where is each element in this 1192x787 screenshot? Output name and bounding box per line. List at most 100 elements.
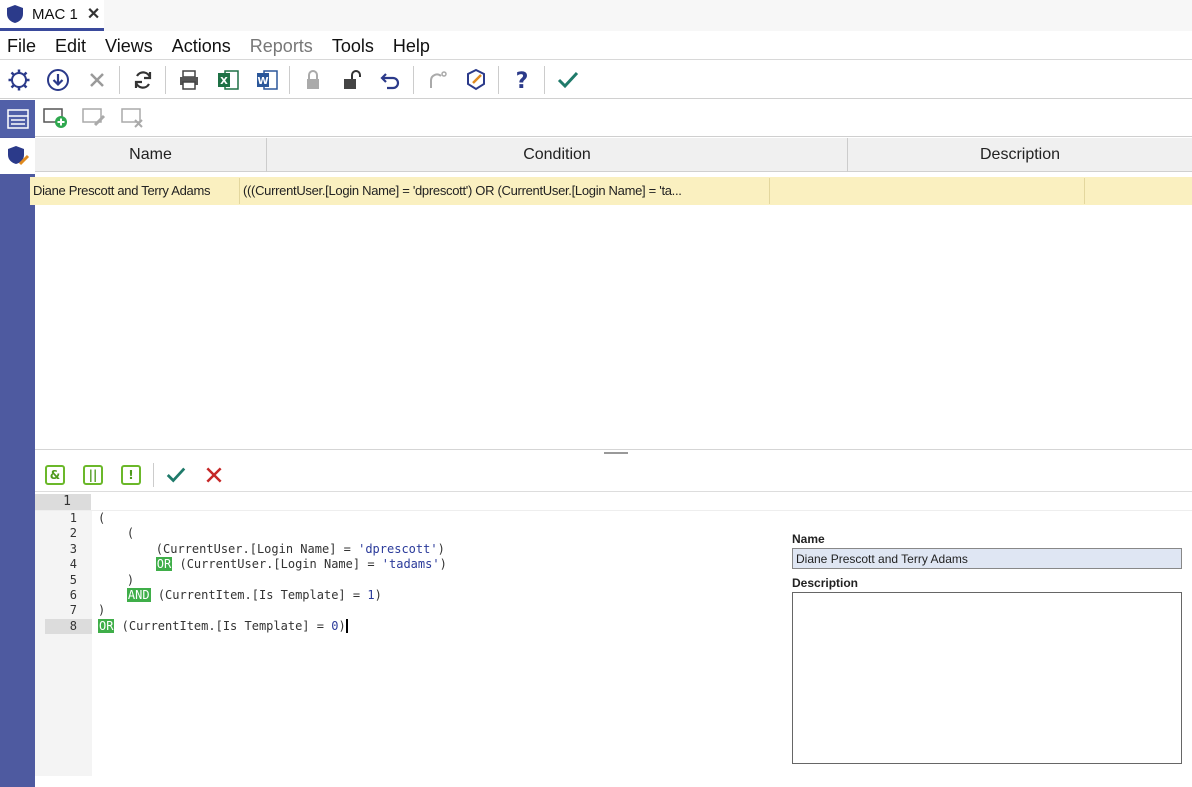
code-token: (CurrentItem.[Is Template] =	[150, 587, 368, 602]
refresh-icon[interactable]	[130, 67, 156, 93]
literal-token: 'dprescott'	[358, 541, 438, 556]
code-line[interactable]: 8 OR (CurrentItem.[Is Template] = 0)	[35, 618, 780, 634]
line-number: 1	[69, 511, 77, 525]
code-token: )	[437, 541, 445, 556]
toolbar-separator	[413, 65, 414, 94]
code-token: (	[98, 526, 135, 541]
unlock-icon[interactable]	[339, 67, 365, 93]
code-line[interactable]: 6 AND (CurrentItem.[Is Template] = 1)	[35, 587, 780, 603]
edit-rule-icon[interactable]	[81, 105, 107, 131]
toolbar-separator	[153, 462, 154, 487]
row-name-cell[interactable]: Diane Prescott and Terry Adams	[30, 178, 240, 204]
add-rule-icon[interactable]	[42, 105, 68, 131]
editor-toolbar: & || !	[35, 458, 1192, 492]
main-toolbar: X W ?	[0, 61, 1192, 99]
code-token: (CurrentUser.[Login Name] =	[172, 557, 382, 572]
and-operator-button[interactable]: &	[43, 463, 67, 487]
app-window: MAC 1 ✕ File Edit Views Actions Reports Tools…	[0, 0, 1192, 787]
not-operator-button[interactable]: !	[119, 463, 143, 487]
settings-gear-icon[interactable]	[6, 67, 32, 93]
code-line[interactable]: 2 (	[35, 526, 780, 541]
menu-file[interactable]: File	[7, 36, 36, 57]
svg-text:W: W	[257, 76, 268, 87]
literal-token: 'tadams'	[381, 557, 440, 572]
condition-editor[interactable]: 1 1(2 (3 (CurrentUser.[Login Name] = 'dp…	[35, 492, 1192, 787]
line-number: 8	[69, 618, 77, 633]
code-text: (CurrentUser.[Login Name] = 'dprescott')	[98, 542, 445, 557]
menu-edit[interactable]: Edit	[55, 36, 86, 57]
line-number: 6	[69, 587, 77, 602]
code-lines[interactable]: 1(2 (3 (CurrentUser.[Login Name] = 'dpre…	[35, 511, 780, 634]
code-token: )	[98, 603, 106, 618]
accept-button[interactable]	[164, 463, 188, 487]
code-line[interactable]: 5 )	[35, 573, 780, 588]
column-header-condition[interactable]: Condition	[267, 138, 848, 172]
rule-properties-panel: Name Description	[792, 532, 1184, 769]
excel-icon[interactable]: X	[215, 67, 241, 93]
menu-help[interactable]: Help	[393, 36, 430, 57]
grid-empty-area	[35, 205, 1192, 450]
download-icon[interactable]	[45, 67, 71, 93]
pane-splitter[interactable]	[35, 449, 1192, 451]
delete-rule-icon[interactable]	[120, 105, 146, 131]
keyword-token: OR	[98, 618, 115, 633]
help-icon[interactable]: ?	[509, 67, 535, 93]
security-rule-button[interactable]	[0, 138, 35, 174]
menu-reports[interactable]: Reports	[250, 36, 313, 57]
row-description-cell[interactable]	[770, 178, 1085, 204]
tab-bar: MAC 1 ✕	[0, 0, 1192, 31]
column-header-name[interactable]: Name	[35, 138, 267, 172]
or-operator-button[interactable]: ||	[81, 463, 105, 487]
column-header-description[interactable]: Description	[848, 138, 1192, 172]
name-label: Name	[792, 532, 825, 546]
svg-text:X: X	[220, 76, 228, 87]
undo-icon[interactable]	[378, 67, 404, 93]
list-view-button[interactable]	[0, 100, 35, 137]
code-line[interactable]: 3 (CurrentUser.[Login Name] = 'dprescott…	[35, 542, 780, 557]
close-icon[interactable]: ✕	[87, 4, 100, 24]
line-number: 3	[69, 541, 77, 556]
code-line[interactable]: 7)	[35, 603, 780, 618]
code-text: )	[98, 603, 105, 618]
menu-views[interactable]: Views	[105, 36, 153, 57]
code-text: (	[98, 526, 134, 541]
row-condition-cell[interactable]: (((CurrentUser.[Login Name] = 'dprescott…	[240, 178, 770, 204]
shield-edit-icon	[7, 146, 29, 166]
toolbar-separator	[498, 65, 499, 94]
or-icon: ||	[83, 464, 103, 485]
word-icon[interactable]: W	[254, 67, 280, 93]
description-field[interactable]	[792, 592, 1182, 764]
text-caret	[345, 619, 348, 634]
code-token: (CurrentItem.[Is Template] =	[114, 618, 332, 633]
line-number: 7	[69, 603, 77, 618]
code-line[interactable]: 1(	[35, 511, 780, 526]
code-line[interactable]: 4 OR (CurrentUser.[Login Name] = 'tadams…	[35, 557, 780, 572]
edit-badge-icon[interactable]	[463, 67, 489, 93]
code-token: (	[98, 511, 106, 525]
lock-icon[interactable]	[300, 67, 326, 93]
toolbar-separator	[544, 65, 545, 94]
menu-tools[interactable]: Tools	[332, 36, 374, 57]
redo-icon[interactable]	[424, 67, 450, 93]
code-text: OR (CurrentUser.[Login Name] = 'tadams')	[98, 557, 447, 572]
menu-actions[interactable]: Actions	[172, 36, 231, 57]
delete-x-icon[interactable]	[84, 67, 110, 93]
tab-mac1[interactable]: MAC 1 ✕	[0, 0, 104, 31]
splitter-grip[interactable]	[604, 452, 628, 454]
list-view-icon	[6, 108, 29, 129]
top-line-number: 1	[35, 494, 91, 510]
literal-token: 1	[367, 587, 375, 602]
and-icon: &	[45, 464, 65, 485]
checkmark-icon[interactable]	[555, 67, 581, 93]
toolbar-separator	[165, 65, 166, 94]
keyword-token: OR	[155, 557, 173, 572]
rule-toolbar	[35, 100, 1192, 137]
line-number: 4	[69, 557, 77, 572]
printer-icon[interactable]	[176, 67, 202, 93]
table-row[interactable]: Diane Prescott and Terry Adams (((Curren…	[30, 177, 1192, 205]
cancel-button[interactable]	[202, 463, 226, 487]
name-field[interactable]	[792, 548, 1182, 569]
tab-label: MAC 1	[32, 5, 78, 23]
